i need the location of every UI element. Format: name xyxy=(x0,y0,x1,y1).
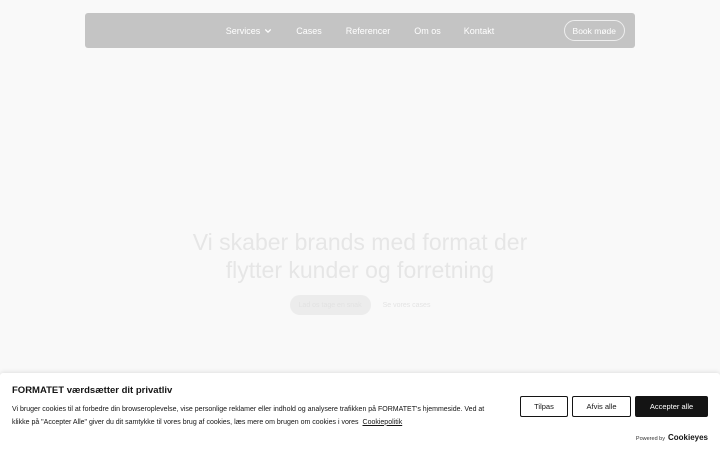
nav-link-kontakt[interactable]: Kontakt xyxy=(464,26,495,36)
page: Services Cases Referencer Om os Kontakt … xyxy=(0,0,720,450)
book-meeting-button[interactable]: Book møde xyxy=(563,20,625,41)
contact-us-button[interactable]: Lad os tage en snak xyxy=(289,295,371,315)
powered-by-label: Powered by xyxy=(635,436,665,442)
nav-links: Services Cases Referencer Om os Kontakt xyxy=(85,13,635,48)
nav-link-services[interactable]: Services xyxy=(226,26,273,36)
hero-actions: Lad os tage en snak Se vores cases xyxy=(0,295,720,315)
see-cases-link[interactable]: Se vores cases xyxy=(383,302,431,309)
cookie-banner-title: FORMATET værdsætter dit privatliv xyxy=(12,385,173,396)
hero-title: Vi skaber brands med format der flytter … xyxy=(0,228,720,284)
cookie-text-line-1: Vi bruger cookies til at forbedre din br… xyxy=(12,406,485,413)
powered-by: Powered by Cookieyes xyxy=(636,433,708,442)
chevron-down-icon xyxy=(265,28,272,33)
nav-link-referencer[interactable]: Referencer xyxy=(346,26,391,36)
hero-title-line-2: flytter kunder og forretning xyxy=(225,257,495,283)
customize-button[interactable]: Tilpas xyxy=(520,396,568,417)
accept-all-button[interactable]: Accepter alle xyxy=(635,396,708,417)
cookieyes-logo[interactable]: Cookieyes xyxy=(668,433,708,442)
cookie-banner-text: Vi bruger cookies til at forbedre din br… xyxy=(12,404,502,429)
reject-all-button[interactable]: Afvis alle xyxy=(572,396,631,417)
hero-title-line-1: Vi skaber brands med format der xyxy=(192,229,528,255)
navbar: Services Cases Referencer Om os Kontakt … xyxy=(85,13,635,48)
cookie-banner: FORMATET værdsætter dit privatliv Vi bru… xyxy=(0,373,720,450)
nav-link-cases[interactable]: Cases xyxy=(296,26,322,36)
cookie-text-line-2: klikke på "Accepter Alle" giver du dit s… xyxy=(12,418,359,426)
nav-link-om-os[interactable]: Om os xyxy=(414,26,441,36)
nav-link-services-label: Services xyxy=(225,25,261,36)
cookie-policy-link[interactable]: Cookiepolitik xyxy=(363,419,403,426)
